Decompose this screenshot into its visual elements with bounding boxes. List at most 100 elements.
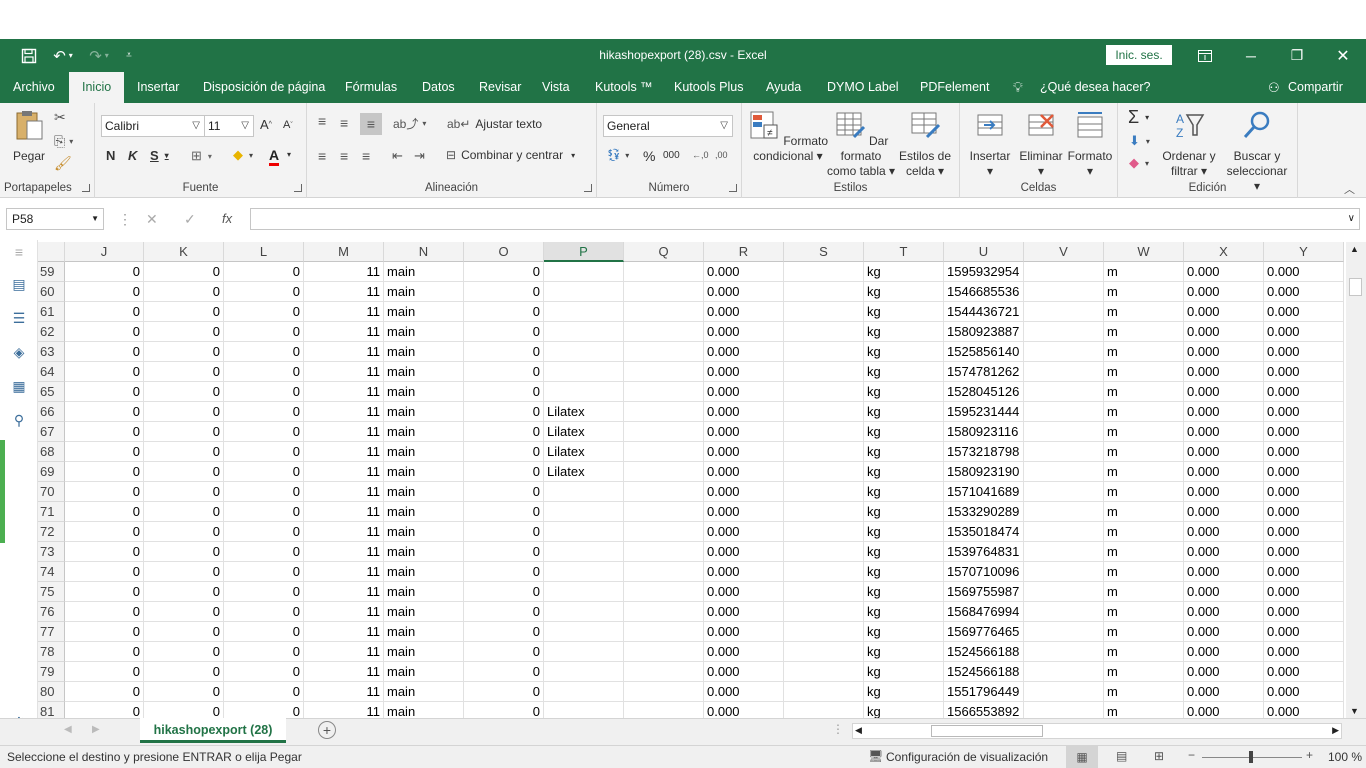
ribbon-display-icon[interactable] [1182,39,1228,72]
cell-x[interactable]: 0.000 [1184,622,1264,642]
cell-u[interactable]: 1573218798 [944,442,1024,462]
decrease-decimal-icon[interactable]: ,00 [715,150,728,160]
cell-p[interactable] [544,262,624,282]
cell-x[interactable]: 0.000 [1184,682,1264,702]
tab-inicio[interactable]: Inicio [68,72,125,103]
cell-p[interactable] [544,282,624,302]
cell-v[interactable] [1024,542,1104,562]
cell-p[interactable] [544,582,624,602]
cell-y[interactable]: 0.000 [1264,262,1344,282]
cell-y[interactable]: 0.000 [1264,562,1344,582]
cell-o[interactable]: 0 [464,362,544,382]
column-header-p[interactable]: P [544,242,624,262]
cell-q[interactable] [624,462,704,482]
font-size-combo[interactable]: 11 ▽ [204,115,254,137]
cell-t[interactable]: kg [864,362,944,382]
cell-j[interactable]: 0 [65,682,144,702]
cell-m[interactable]: 11 [304,302,384,322]
row-header[interactable]: 59 [38,262,65,282]
cell-o[interactable]: 0 [464,562,544,582]
cell-t[interactable]: kg [864,342,944,362]
cell-r[interactable]: 0.000 [704,302,784,322]
cell-j[interactable]: 0 [65,462,144,482]
tab-pdfelement[interactable]: PDFelement [920,72,989,103]
cell-v[interactable] [1024,322,1104,342]
cell-u[interactable]: 1539764831 [944,542,1024,562]
cell-l[interactable]: 0 [224,502,304,522]
delete-cells-button[interactable]: Eliminar ▾ [1016,109,1066,179]
cell-x[interactable]: 0.000 [1184,662,1264,682]
cell-u[interactable]: 1524566188 [944,662,1024,682]
cell-u[interactable]: 1528045126 [944,382,1024,402]
cell-t[interactable]: kg [864,562,944,582]
decrease-indent-icon[interactable]: ⇤ [392,148,403,164]
page-layout-view-icon[interactable]: ▤ [1116,749,1127,763]
cell-x[interactable]: 0.000 [1184,282,1264,302]
cell-y[interactable]: 0.000 [1264,522,1344,542]
scroll-left-icon[interactable]: ◀ [855,725,862,736]
restore-icon[interactable]: ❐ [1274,39,1320,72]
cell-k[interactable]: 0 [144,702,224,718]
cell-m[interactable]: 11 [304,422,384,442]
tab-datos[interactable]: Datos [422,72,455,103]
cell-l[interactable]: 0 [224,542,304,562]
row-header[interactable]: 77 [38,622,65,642]
cell-t[interactable]: kg [864,502,944,522]
cell-o[interactable]: 0 [464,382,544,402]
paste-button[interactable]: Pegar [8,109,50,164]
row-header[interactable]: 70 [38,482,65,502]
cell-t[interactable]: kg [864,402,944,422]
cell-v[interactable] [1024,382,1104,402]
wrap-text-button[interactable]: ab↵ Ajustar texto [447,117,542,131]
row-header[interactable]: 81 [38,702,65,718]
cell-m[interactable]: 11 [304,282,384,302]
cell-x[interactable]: 0.000 [1184,502,1264,522]
cell-l[interactable]: 0 [224,702,304,718]
cell-w[interactable]: m [1104,682,1184,702]
cell-m[interactable]: 11 [304,682,384,702]
row-header[interactable]: 63 [38,342,65,362]
cell-n[interactable]: main [384,622,464,642]
format-as-table-button[interactable]: Dar formato como tabla ▾ [826,109,896,179]
cell-k[interactable]: 0 [144,442,224,462]
select-all-corner[interactable] [38,242,65,262]
cell-p[interactable]: Lilatex [544,422,624,442]
cell-p[interactable] [544,382,624,402]
cell-n[interactable]: main [384,502,464,522]
row-header[interactable]: 65 [38,382,65,402]
cell-o[interactable]: 0 [464,662,544,682]
cell-j[interactable]: 0 [65,502,144,522]
increase-decimal-icon[interactable]: ←,0 [692,150,709,160]
row-header[interactable]: 64 [38,362,65,382]
font-color-icon[interactable]: A [269,147,280,166]
cell-k[interactable]: 0 [144,342,224,362]
cell-s[interactable] [784,462,864,482]
column-header-w[interactable]: W [1104,242,1184,262]
cell-w[interactable]: m [1104,702,1184,718]
cell-n[interactable]: main [384,542,464,562]
cell-u[interactable]: 1544436721 [944,302,1024,322]
cell-t[interactable]: kg [864,442,944,462]
cell-j[interactable]: 0 [65,342,144,362]
cell-w[interactable]: m [1104,342,1184,362]
cell-l[interactable]: 0 [224,282,304,302]
bold-icon[interactable]: N [106,148,115,163]
cell-y[interactable]: 0.000 [1264,282,1344,302]
cell-w[interactable]: m [1104,502,1184,522]
cell-p[interactable] [544,642,624,662]
cell-p[interactable] [544,482,624,502]
cell-y[interactable]: 0.000 [1264,322,1344,342]
copy-icon[interactable]: ⎘ ▾ [54,133,73,150]
cell-n[interactable]: main [384,342,464,362]
cell-x[interactable]: 0.000 [1184,482,1264,502]
number-format-combo[interactable]: General ▽ [603,115,733,137]
cell-w[interactable]: m [1104,662,1184,682]
cell-s[interactable] [784,702,864,718]
scroll-down-icon[interactable]: ▼ [1350,706,1359,716]
cell-k[interactable]: 0 [144,462,224,482]
cell-n[interactable]: main [384,702,464,718]
cell-u[interactable]: 1580923116 [944,422,1024,442]
column-header-q[interactable]: Q [624,242,704,262]
cell-k[interactable]: 0 [144,582,224,602]
cell-x[interactable]: 0.000 [1184,602,1264,622]
